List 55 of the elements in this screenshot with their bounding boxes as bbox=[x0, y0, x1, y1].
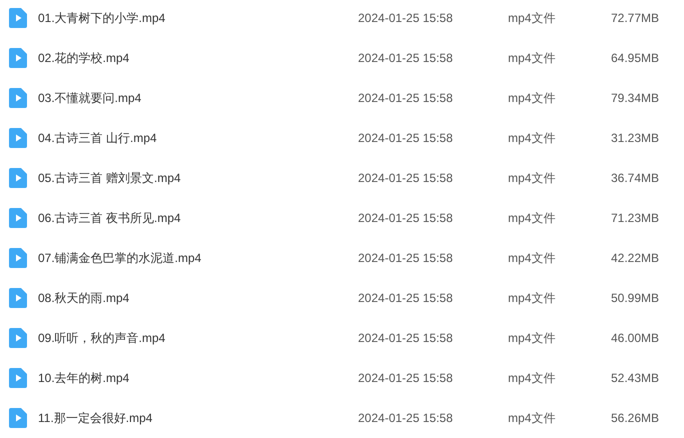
modified-date: 2024-01-25 15:58 bbox=[358, 130, 454, 147]
video-file-icon bbox=[9, 288, 27, 308]
file-size: 71.23MB bbox=[610, 210, 659, 227]
file-size: 52.43MB bbox=[610, 370, 659, 387]
file-name[interactable]: 09.听听，秋的声音.mp4 bbox=[38, 329, 358, 347]
file-type: mp4文件 bbox=[508, 330, 556, 347]
file-type: mp4文件 bbox=[508, 210, 556, 227]
file-size: 50.99MB bbox=[610, 290, 659, 307]
file-size: 79.34MB bbox=[610, 90, 659, 107]
file-type: mp4文件 bbox=[508, 410, 556, 427]
file-name[interactable]: 03.不懂就要问.mp4 bbox=[38, 89, 358, 107]
modified-date: 2024-01-25 15:58 bbox=[358, 50, 454, 67]
file-type: mp4文件 bbox=[508, 50, 556, 67]
file-type: mp4文件 bbox=[508, 250, 556, 267]
file-size: 56.26MB bbox=[610, 410, 659, 427]
video-file-icon bbox=[9, 328, 27, 348]
file-type: mp4文件 bbox=[508, 170, 556, 187]
modified-date: 2024-01-25 15:58 bbox=[358, 210, 454, 227]
file-type: mp4文件 bbox=[508, 290, 556, 307]
file-size: 36.74MB bbox=[610, 170, 659, 187]
file-name[interactable]: 02.花的学校.mp4 bbox=[38, 49, 358, 67]
modified-date: 2024-01-25 15:58 bbox=[358, 250, 454, 267]
file-name[interactable]: 07.铺满金色巴掌的水泥道.mp4 bbox=[38, 249, 358, 267]
file-name[interactable]: 04.古诗三首 山行.mp4 bbox=[38, 129, 358, 147]
video-file-icon bbox=[9, 168, 27, 188]
modified-date: 2024-01-25 15:58 bbox=[358, 290, 454, 307]
modified-date: 2024-01-25 15:58 bbox=[358, 10, 454, 27]
file-name[interactable]: 01.大青树下的小学.mp4 bbox=[38, 9, 358, 27]
file-size: 42.22MB bbox=[610, 250, 659, 267]
video-file-icon bbox=[9, 208, 27, 228]
video-file-icon bbox=[9, 128, 27, 148]
file-size: 72.77MB bbox=[610, 10, 659, 27]
modified-date: 2024-01-25 15:58 bbox=[358, 370, 454, 387]
video-file-icon bbox=[9, 408, 27, 428]
file-type: mp4文件 bbox=[508, 130, 556, 147]
file-name[interactable]: 11.那一定会很好.mp4 bbox=[38, 409, 358, 427]
file-type: mp4文件 bbox=[508, 370, 556, 387]
modified-date: 2024-01-25 15:58 bbox=[358, 90, 454, 107]
file-type: mp4文件 bbox=[508, 10, 556, 27]
video-file-icon bbox=[9, 368, 27, 388]
file-size: 64.95MB bbox=[610, 50, 659, 67]
modified-date: 2024-01-25 15:58 bbox=[358, 330, 454, 347]
file-name[interactable]: 06.古诗三首 夜书所见.mp4 bbox=[38, 209, 358, 227]
modified-date: 2024-01-25 15:58 bbox=[358, 170, 454, 187]
modified-date: 2024-01-25 15:58 bbox=[358, 410, 454, 427]
video-file-icon bbox=[9, 8, 27, 28]
video-file-icon bbox=[9, 88, 27, 108]
video-file-icon bbox=[9, 48, 27, 68]
file-type: mp4文件 bbox=[508, 90, 556, 107]
file-name[interactable]: 05.古诗三首 赠刘景文.mp4 bbox=[38, 169, 358, 187]
video-file-icon bbox=[9, 248, 27, 268]
file-size: 31.23MB bbox=[610, 130, 659, 147]
file-size: 46.00MB bbox=[610, 330, 659, 347]
file-name[interactable]: 10.去年的树.mp4 bbox=[38, 369, 358, 387]
file-name[interactable]: 08.秋天的雨.mp4 bbox=[38, 289, 358, 307]
